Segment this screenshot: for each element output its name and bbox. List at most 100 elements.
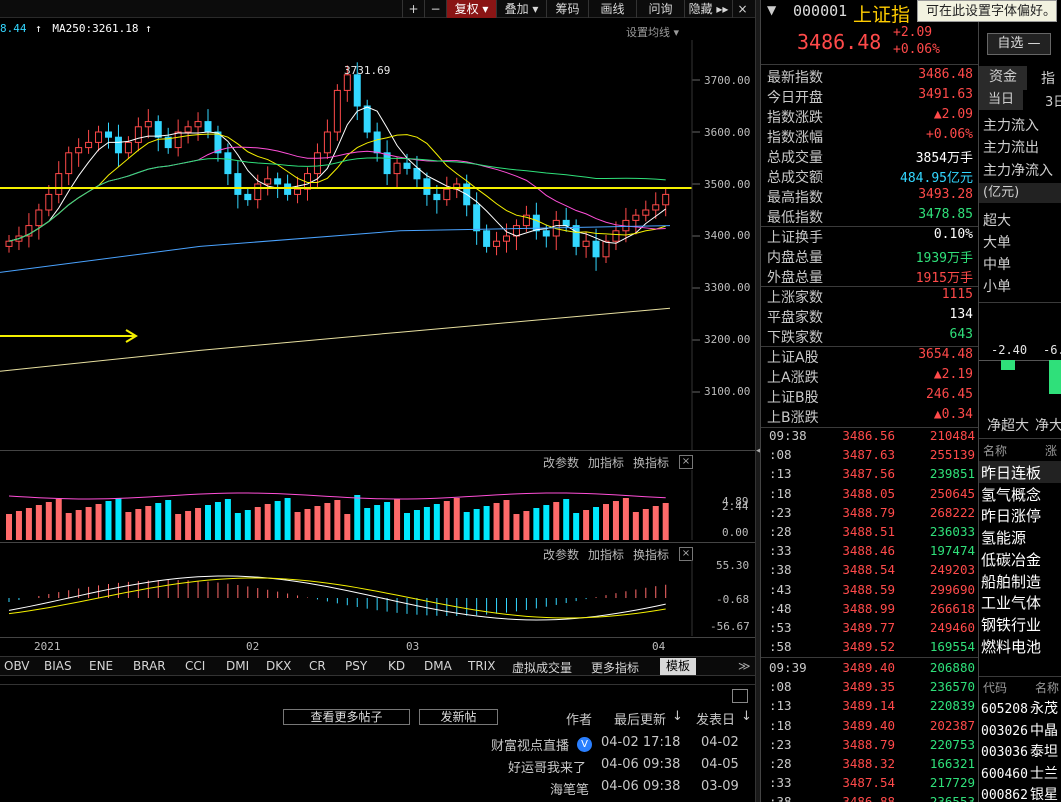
tab-obv[interactable]: OBV — [4, 659, 30, 673]
list-header-name[interactable]: 名称 — [983, 442, 1007, 459]
tab-dkx[interactable]: DKX — [266, 659, 291, 673]
last-update-column-header[interactable]: 最后更新 — [614, 709, 666, 728]
tab-cr[interactable]: CR — [309, 659, 326, 673]
post-author[interactable]: 海笔笔 — [550, 779, 589, 798]
dropdown-icon[interactable]: ▼ — [767, 3, 776, 17]
stock-header-code[interactable]: 代码 — [983, 679, 1007, 696]
stock-row[interactable]: 003026 中晶 — [981, 720, 1058, 740]
tick-volume: 249203 — [929, 562, 975, 578]
tab-capital[interactable]: 资金 — [979, 66, 1027, 90]
vol-add-indicator-button[interactable]: 加指标 — [588, 454, 624, 471]
close-chart-button[interactable]: × — [732, 0, 752, 18]
tick-time: :08 — [769, 679, 792, 695]
list-header-change[interactable]: 涨 — [1045, 442, 1057, 459]
forum-panel: 查看更多帖子 发新帖 作者 最后更新 ↓ 发表日 ↓ 财富视点直播 V 04-0… — [0, 684, 755, 802]
quote-row-label: 上证换手 — [767, 230, 823, 246]
concept-item[interactable]: 钢铁行业 — [981, 614, 1041, 635]
tab-psy[interactable]: PSY — [345, 659, 367, 673]
stock-row[interactable]: 605208 永茂 — [981, 698, 1058, 718]
stock-row[interactable]: 600460 士兰 — [981, 763, 1058, 783]
candle-body — [333, 89, 341, 133]
candle-body — [423, 178, 431, 195]
tab-dmi[interactable]: DMI — [226, 659, 249, 673]
x-tick: 02 — [246, 640, 260, 653]
macd-close-icon[interactable]: × — [679, 547, 693, 561]
more-posts-button[interactable]: 查看更多帖子 — [283, 709, 410, 725]
vol-close-icon[interactable]: × — [679, 455, 693, 469]
vol-switch-indicator-button[interactable]: 换指标 — [633, 454, 669, 471]
concept-item[interactable]: 低碳冶金 — [981, 549, 1041, 570]
volume-bar — [453, 498, 460, 540]
volume-bar — [105, 501, 112, 540]
stock-row[interactable]: 003036 泰坦 — [981, 741, 1058, 761]
quote-row-value: 134 — [949, 307, 973, 322]
tick-time: 09:38 — [769, 428, 807, 443]
tick-row: :08 3487.63 255139 — [761, 447, 979, 466]
volume-bar — [65, 513, 72, 540]
zoom-out-button[interactable]: − — [424, 0, 446, 18]
add-watchlist-button[interactable]: 自选 — — [987, 33, 1051, 55]
concept-item[interactable]: 昨日涨停 — [981, 505, 1041, 526]
main-inflow-label: 主力流入 — [983, 118, 1039, 134]
post-author[interactable]: 好运哥我来了 — [508, 757, 586, 776]
quote-row-label: 最高指数 — [767, 190, 823, 206]
ma-settings-button[interactable]: 设置均线 ▾ — [626, 24, 679, 40]
volume-bar — [135, 509, 142, 540]
quote-row-label: 下跌家数 — [767, 330, 823, 346]
quote-row: 上B涨跌 ▲0.34 — [767, 407, 973, 427]
concept-item[interactable]: 氢气概念 — [981, 484, 1041, 505]
quote-row: 指数涨跌 ▲2.09 — [767, 107, 973, 127]
volume-bar — [374, 505, 381, 540]
quote-row-value: 484.95亿元 — [900, 171, 973, 186]
index-code: 000001 — [793, 2, 848, 20]
tick-time: :48 — [769, 600, 792, 616]
overlay-button[interactable]: 叠加 ▾ — [496, 0, 546, 18]
quote-row: 上证A股 3654.48 — [767, 347, 973, 367]
tab-template[interactable]: 模板 — [660, 658, 697, 675]
macd-y-tick: -56.67 — [710, 620, 750, 633]
draw-line-button[interactable]: 画线 — [588, 0, 636, 18]
concept-item[interactable]: 昨日连板 — [981, 462, 1041, 483]
new-post-button[interactable]: 发新帖 — [419, 709, 498, 725]
post-author[interactable]: 财富视点直播 — [491, 735, 569, 754]
post-updated: 04-06 09:38 — [601, 757, 681, 772]
tab-virtual-volume[interactable]: 虚拟成交量 — [512, 659, 572, 676]
volume-bar — [175, 514, 182, 540]
author-column-header[interactable]: 作者 — [566, 709, 592, 728]
macd-y-tick: -0.68 — [716, 593, 750, 606]
vol-change-params-button[interactable]: 改参数 — [543, 454, 579, 471]
volume-bar — [523, 511, 530, 540]
scroll-right-icon[interactable]: ≫ — [738, 659, 751, 673]
tab-cci[interactable]: CCI — [185, 659, 205, 673]
inquiry-button[interactable]: 问询 — [636, 0, 684, 18]
tab-bias[interactable]: BIAS — [44, 659, 72, 673]
post-date-column-header[interactable]: 发表日 — [696, 709, 735, 728]
zoom-in-button[interactable]: + — [402, 0, 424, 18]
tab-dma[interactable]: DMA — [424, 659, 452, 673]
hide-button[interactable]: 隐藏 ▸▸ — [684, 0, 732, 18]
concept-item[interactable]: 燃料电池 — [981, 636, 1041, 657]
chips-button[interactable]: 筹码 — [546, 0, 588, 18]
concept-item[interactable]: 氢能源 — [981, 527, 1026, 548]
tab-index[interactable]: 指 — [1041, 68, 1055, 88]
tab-today[interactable]: 当日 — [979, 90, 1023, 110]
concept-item[interactable]: 工业气体 — [981, 592, 1041, 613]
quote-row-value: 3486.48 — [918, 67, 973, 82]
expand-icon[interactable] — [732, 689, 748, 703]
tab-trix[interactable]: TRIX — [468, 659, 495, 673]
tab-kd[interactable]: KD — [388, 659, 405, 673]
tab-brar[interactable]: BRAR — [133, 659, 166, 673]
candle-body — [65, 152, 73, 175]
candle-body — [373, 131, 381, 154]
concept-item[interactable]: 船舶制造 — [981, 571, 1041, 592]
volume-bar — [6, 514, 12, 540]
stock-header-name[interactable]: 名称 — [1035, 679, 1059, 696]
tab-ene[interactable]: ENE — [89, 659, 113, 673]
tick-volume: 206880 — [929, 660, 975, 675]
stock-row[interactable]: 000862 银星 — [981, 784, 1058, 802]
fuquan-button[interactable]: 复权 ▾ — [446, 0, 496, 18]
tab-3day[interactable]: 3日 — [1045, 91, 1061, 110]
tab-more-indicators[interactable]: 更多指标 — [591, 659, 639, 676]
tick-price: 3488.79 — [842, 504, 895, 520]
volume-ma-line — [8, 492, 666, 500]
